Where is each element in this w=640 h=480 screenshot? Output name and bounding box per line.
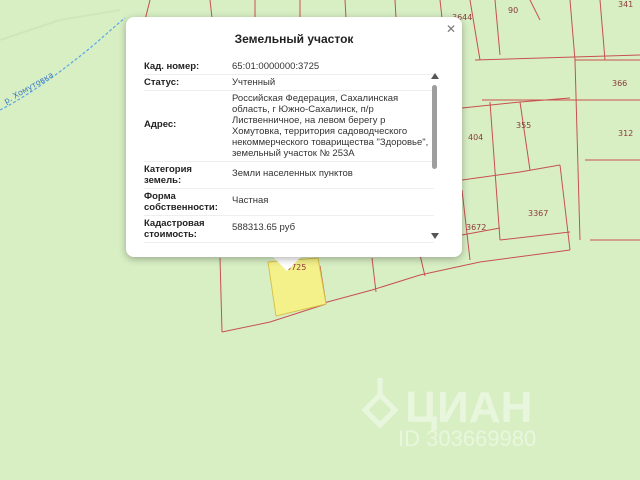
parcel-label-3367: 3367: [528, 209, 548, 218]
row-key: Статус:: [144, 77, 180, 88]
parcel-label-90: 90: [508, 6, 518, 15]
popup-scrollbar[interactable]: [430, 73, 440, 241]
parcel-label-341: 341: [618, 0, 633, 9]
parcel-info-popup: Земельный участок ✕ Кад. номер: 65:01:00…: [126, 17, 462, 257]
row-cadastral-value: Кадастровая стоимость: 588313.65 руб: [144, 216, 434, 243]
watermark-id: ID 303669980: [398, 426, 536, 451]
close-icon[interactable]: ✕: [444, 22, 458, 36]
row-cadastral-number: Кад. номер: 65:01:0000000:3725: [144, 59, 434, 75]
row-address: Адрес: Российская Федерация, Сахалинская…: [144, 91, 434, 162]
row-value: Учтенный: [232, 77, 276, 88]
parcel-label-366: 366: [612, 79, 627, 88]
row-ownership: Форма собственности: Частная: [144, 189, 434, 216]
parcel-label-355: 355: [516, 121, 531, 130]
row-value: Земли населенных пунктов: [232, 168, 353, 179]
scroll-up-icon[interactable]: [431, 73, 439, 79]
row-value: 65:01:0000000:3725: [232, 61, 320, 72]
row-value: Частная: [232, 195, 269, 206]
row-key: Форма собственности:: [144, 191, 218, 213]
row-status: Статус: Учтенный: [144, 75, 434, 91]
parcel-label-312: 312: [618, 129, 633, 138]
parcel-label-404: 404: [468, 133, 483, 142]
watermark-brand: ЦИАН: [405, 383, 532, 432]
row-land-category: Категория земель: Земли населенных пункт…: [144, 162, 434, 189]
parcel-label-3672: 3672: [466, 223, 486, 232]
row-value: Российская Федерация, Сахалинская област…: [232, 93, 429, 159]
row-key: Адрес:: [144, 119, 177, 130]
row-key: Категория земель:: [144, 164, 192, 186]
scroll-down-icon[interactable]: [431, 233, 439, 239]
popup-title: Земельный участок: [234, 32, 354, 46]
scroll-thumb[interactable]: [432, 85, 437, 169]
parcel-info-table: Кад. номер: 65:01:0000000:3725 Статус: У…: [144, 59, 434, 243]
row-key: Кад. номер:: [144, 61, 200, 72]
row-key: Кадастровая стоимость:: [144, 218, 205, 240]
row-value: 588313.65 руб: [232, 222, 296, 233]
popup-pointer: [273, 257, 301, 271]
